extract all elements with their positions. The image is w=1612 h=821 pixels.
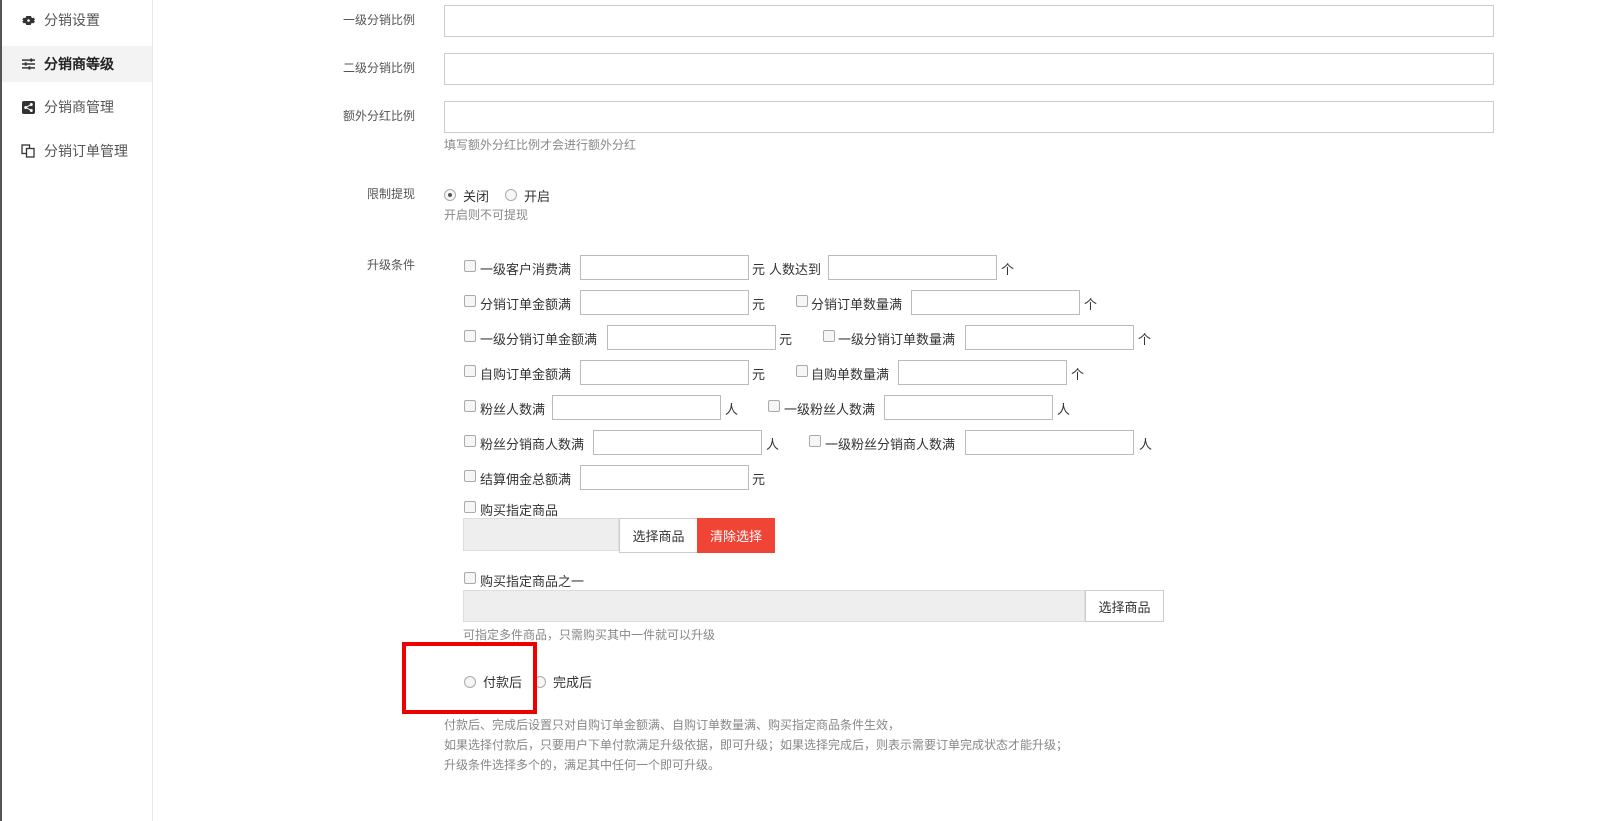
cond-l1-fan-distributors-label: 一级粉丝分销商人数满 [825, 438, 956, 453]
unit-ren: 人 [766, 438, 780, 453]
sidebar-item-label: 分销设置 [44, 13, 100, 29]
cond-fan-distributors-checkbox[interactable] [464, 435, 476, 447]
sidebar-item-orders[interactable]: 分销订单管理 [2, 133, 152, 169]
cond-order-count-checkbox[interactable] [796, 295, 808, 307]
cond-l1-order-count-input[interactable] [965, 325, 1134, 350]
limit-hint: 开启则不可提现 [444, 208, 529, 222]
cond-fans-label: 粉丝人数满 [480, 403, 546, 418]
cond-l1-order-amount-checkbox[interactable] [464, 330, 476, 342]
cond-client-spend-label: 一级客户消费满 [480, 263, 572, 278]
cond-self-amount-checkbox[interactable] [464, 365, 476, 377]
cond-client-count-label: 人数达到 [769, 263, 822, 278]
sidebar-item-settings[interactable]: 分销设置 [2, 2, 152, 38]
after-complete-label: 完成后 [553, 676, 593, 691]
extra-ratio-input[interactable] [444, 101, 1494, 133]
sidebar-item-label: 分销订单管理 [44, 144, 128, 160]
cond-fan-distributors-input[interactable] [593, 430, 762, 455]
unit-yuan: 元 [752, 473, 766, 488]
cond-self-amount-label: 自购订单金额满 [480, 368, 572, 383]
after-pay-label: 付款后 [483, 676, 523, 691]
selected-goods-multi-display [463, 590, 1085, 622]
cond-l1-order-amount-input[interactable] [607, 325, 776, 350]
selected-goods-display [463, 518, 619, 551]
limit-off-label: 关闭 [463, 190, 490, 205]
unit-ge: 个 [1071, 368, 1085, 383]
cond-fan-distributors-label: 粉丝分销商人数满 [480, 438, 585, 453]
sidebar-item-distributors[interactable]: 分销商管理 [2, 89, 152, 125]
cond-l1-order-amount-label: 一级分销订单金额满 [480, 333, 598, 348]
after-complete-radio[interactable] [534, 676, 546, 688]
cond-l1-order-count-checkbox[interactable] [823, 330, 835, 342]
copy-icon [20, 144, 36, 158]
cond-self-count-label: 自购单数量满 [811, 368, 890, 383]
after-pay-radio[interactable] [464, 676, 476, 688]
cond-self-amount-input[interactable] [580, 360, 749, 385]
unit-ge: 个 [1084, 298, 1098, 313]
select-goods-button[interactable]: 选择商品 [619, 518, 698, 553]
unit-ren: 人 [725, 403, 739, 418]
extra-ratio-label: 额外分红比例 [342, 109, 415, 123]
unit-yuan: 元 [752, 263, 766, 278]
unit-ge: 个 [1138, 333, 1152, 348]
cond-order-amount-input[interactable] [580, 290, 749, 315]
cond-fans-input[interactable] [552, 395, 721, 420]
cond-client-count-input[interactable] [828, 255, 997, 280]
cond-l1-fan-distributors-input[interactable] [965, 430, 1134, 455]
cond-order-count-input[interactable] [911, 290, 1080, 315]
cond-order-amount-checkbox[interactable] [464, 295, 476, 307]
level2-ratio-input[interactable] [444, 53, 1494, 85]
cond-order-amount-label: 分销订单金额满 [480, 298, 572, 313]
one-of-goods-hint: 可指定多件商品，只需购买其中一件就可以升级 [463, 628, 716, 642]
select-goods-multi-button[interactable]: 选择商品 [1085, 590, 1164, 622]
limit-withdraw-label: 限制提现 [366, 187, 415, 201]
limit-on-label: 开启 [524, 190, 551, 205]
cond-client-spend-checkbox[interactable] [464, 260, 476, 272]
timing-hint-2: 如果选择付款后，只要用户下单付款满足升级依据，即可升级；如果选择完成后，则表示需… [444, 738, 1069, 752]
unit-ren: 人 [1057, 403, 1071, 418]
unit-yuan: 元 [752, 368, 766, 383]
share-icon [20, 100, 36, 114]
cond-client-spend-input[interactable] [580, 255, 749, 280]
cond-l1-fans-label: 一级粉丝人数满 [784, 403, 876, 418]
level1-ratio-input[interactable] [444, 5, 1494, 37]
level1-ratio-label: 一级分销比例 [342, 13, 415, 27]
gear-icon [20, 14, 36, 27]
sliders-icon [20, 58, 36, 70]
sidebar-item-levels[interactable]: 分销商等级 [2, 46, 152, 82]
cond-commission-checkbox[interactable] [464, 470, 476, 482]
cond-commission-label: 结算佣金总额满 [480, 473, 572, 488]
sidebar-item-label: 分销商等级 [44, 57, 114, 73]
cond-commission-input[interactable] [580, 465, 749, 490]
timing-hint-3: 升级条件选择多个的，满足其中任何一个即可升级。 [444, 758, 721, 772]
sidebar: 分销设置 分销商等级 分销商管理 分销订单管理 [2, 0, 153, 821]
cond-l1-fan-distributors-checkbox[interactable] [809, 435, 821, 447]
sidebar-item-label: 分销商管理 [44, 100, 114, 116]
cond-l1-order-count-label: 一级分销订单数量满 [838, 333, 956, 348]
level2-ratio-label: 二级分销比例 [342, 61, 415, 75]
extra-ratio-hint: 填写额外分红比例才会进行额外分红 [444, 138, 637, 152]
limit-on-radio[interactable] [505, 189, 517, 201]
cond-order-count-label: 分销订单数量满 [811, 298, 903, 313]
cond-specific-goods-checkbox[interactable] [464, 501, 476, 513]
upgrade-conditions-label: 升级条件 [366, 258, 415, 272]
unit-ren: 人 [1139, 438, 1153, 453]
clear-selection-button[interactable]: 清除选择 [697, 518, 775, 553]
cond-one-of-goods-label: 购买指定商品之一 [480, 575, 585, 590]
cond-one-of-goods-checkbox[interactable] [464, 572, 476, 584]
unit-yuan: 元 [752, 298, 766, 313]
cond-specific-goods-label: 购买指定商品 [480, 504, 559, 519]
unit-yuan: 元 [779, 333, 793, 348]
cond-l1-fans-checkbox[interactable] [768, 400, 780, 412]
timing-hint-1: 付款后、完成后设置只对自购订单金额满、自购订单数量满、购买指定商品条件生效， [444, 718, 901, 732]
cond-self-count-input[interactable] [898, 360, 1067, 385]
limit-off-radio[interactable] [444, 189, 456, 201]
unit-ge: 个 [1001, 263, 1015, 278]
cond-self-count-checkbox[interactable] [796, 365, 808, 377]
cond-l1-fans-input[interactable] [884, 395, 1053, 420]
cond-fans-checkbox[interactable] [464, 400, 476, 412]
